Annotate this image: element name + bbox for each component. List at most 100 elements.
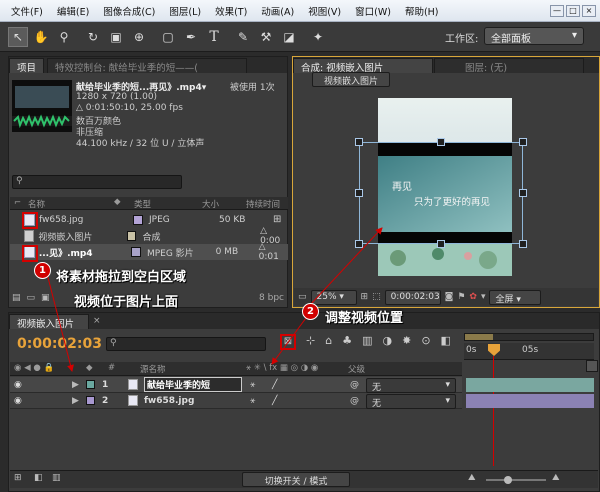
shy-switch-icon[interactable]: ⚹ (250, 380, 255, 390)
menu-help[interactable]: 帮助(H) (398, 4, 446, 18)
zoom-dropdown[interactable]: 25% ▾ (310, 289, 357, 305)
transform-handle-br[interactable] (519, 240, 527, 248)
menu-composition[interactable]: 图像合成(C) (96, 4, 162, 18)
timeline-zoom-slider[interactable] (486, 476, 546, 484)
expand-triangle-icon[interactable]: ▶ (72, 380, 79, 390)
project-item-composition[interactable]: 视频嵌入图片 合成 △ 0:00 (10, 226, 288, 246)
expand-triangle-icon[interactable]: ▶ (72, 396, 79, 406)
eye-icon[interactable]: ◉ (14, 396, 22, 406)
graph-editor-icon[interactable]: ⊙ (421, 334, 430, 350)
menu-effect[interactable]: 效果(T) (208, 4, 254, 18)
eye-icon[interactable]: ◉ (14, 380, 22, 390)
flowchart-icon[interactable]: ⊞ (273, 214, 281, 225)
interpret-footage-icon[interactable]: ▤ (12, 293, 21, 303)
layer-name[interactable]: 献给毕业季的短 (144, 377, 242, 392)
layer-name[interactable]: fw658.jpg (144, 396, 194, 406)
zoom-tool-icon[interactable]: ⚲ (54, 27, 74, 47)
timeline-scroll-button[interactable] (586, 360, 598, 372)
parent-dropdown[interactable]: 无 ▾ (366, 394, 456, 409)
minimize-button[interactable]: — (550, 4, 564, 17)
chevron-down-icon[interactable]: ▾ (481, 292, 486, 302)
col-type[interactable]: 类型 (134, 198, 151, 210)
parent-dropdown[interactable]: 无 ▾ (366, 378, 456, 393)
tab-timeline[interactable]: 视频嵌入图片 (9, 314, 89, 329)
rectangle-tool-icon[interactable]: ▢ (158, 27, 178, 47)
work-area-range[interactable] (465, 334, 493, 340)
workspace-dropdown[interactable]: 全部面板 ▾ (484, 27, 584, 45)
motion-blur-icon[interactable]: ◑ (382, 334, 392, 350)
new-folder-icon[interactable]: ▭ (27, 293, 36, 303)
transform-handle-bl[interactable] (355, 240, 363, 248)
zoom-slider-thumb[interactable] (504, 476, 512, 484)
project-search-input[interactable]: ⚲ (12, 175, 182, 189)
timeline-layer-row[interactable]: ◉ ▶ 1 献给毕业季的短 ⚹ ╱ @ 无 ▾ (10, 377, 462, 393)
shy-switch-icon[interactable]: ⚹ (250, 396, 255, 406)
parent-pick-whip-icon[interactable]: @ (350, 396, 359, 406)
toggle-switches-modes-button[interactable]: 切换开关 / 模式 (242, 472, 350, 487)
text-tool-icon[interactable]: T (204, 27, 224, 47)
grid-icon[interactable]: ⊞ (361, 292, 369, 302)
col-size[interactable]: 大小 (202, 198, 219, 210)
quality-switch-icon[interactable]: ╱ (272, 380, 277, 390)
track-bar-layer-1[interactable] (466, 378, 594, 392)
selection-tool-icon[interactable]: ↖ (8, 26, 28, 47)
snapshot-icon[interactable]: ◙ (445, 292, 454, 302)
show-snapshot-icon[interactable]: ⚑ (457, 292, 465, 302)
menu-animation[interactable]: 动画(A) (254, 4, 301, 18)
work-area-bar[interactable] (464, 333, 594, 341)
channel-icon[interactable]: ✿ (469, 292, 477, 302)
col-duration[interactable]: 持续时间 (246, 198, 280, 210)
transform-handle-tm[interactable] (437, 138, 445, 146)
brush-tool-icon[interactable]: ✎ (233, 27, 253, 47)
expand-switches-icon[interactable]: ◧ (34, 473, 43, 483)
col-parent[interactable]: 父级 (348, 363, 365, 375)
hand-tool-icon[interactable]: ✋ (31, 27, 51, 47)
transform-handle-mr[interactable] (519, 189, 527, 197)
eraser-tool-icon[interactable]: ◪ (279, 27, 299, 47)
comp-mini-flowchart-icon[interactable]: ⊠ (280, 334, 296, 350)
menu-layer[interactable]: 图层(L) (162, 4, 208, 18)
close-window-button[interactable]: × (582, 4, 596, 17)
bpc-label[interactable]: 8 bpc (259, 293, 288, 303)
project-item-video[interactable]: ...见》.mp4 MPEG 影片 0 MB △ 0:01 (10, 242, 288, 262)
transform-handle-tl[interactable] (355, 138, 363, 146)
clone-stamp-tool-icon[interactable]: ⚒ (256, 27, 276, 47)
mask-visibility-icon[interactable]: ⬚ (372, 292, 381, 302)
col-source-name[interactable]: 源名称 (140, 363, 166, 375)
close-tab-icon[interactable]: × (90, 316, 101, 326)
comp-name-button[interactable]: 视频嵌入图片 (312, 72, 390, 87)
new-composition-icon[interactable]: ▣ (41, 293, 50, 303)
rotate-tool-icon[interactable]: ↻ (83, 27, 103, 47)
tab-composition[interactable]: 合成: 视频嵌入图片 (293, 58, 433, 73)
quality-switch-icon[interactable]: ╱ (272, 396, 277, 406)
brainstorm-icon[interactable]: ✸ (402, 334, 411, 350)
transform-handle-bm[interactable] (437, 240, 445, 248)
timeline-current-time[interactable]: 0:00:02:03 (17, 336, 102, 352)
zoom-out-icon[interactable]: ⛰ (468, 473, 476, 483)
live-update-icon[interactable]: ⊹ (306, 334, 315, 350)
transform-handle-ml[interactable] (355, 189, 363, 197)
pan-behind-tool-icon[interactable]: ⊕ (129, 27, 149, 47)
transform-handle-tr[interactable] (519, 138, 527, 146)
tab-effect-controls[interactable]: 特效控制台: 献给毕业季的短——( (47, 58, 248, 73)
parent-pick-whip-icon[interactable]: @ (350, 380, 359, 390)
pen-tool-icon[interactable]: ✒ (181, 27, 201, 47)
tab-project[interactable]: 项目 (9, 58, 45, 73)
resolution-dropdown[interactable]: 全屏 ▾ (489, 289, 542, 305)
menu-window[interactable]: 窗口(W) (348, 4, 398, 18)
timeline-layer-row[interactable]: ◉ ▶ 2 fw658.jpg ⚹ ╱ @ 无 ▾ (10, 393, 462, 409)
expand-modes-icon[interactable]: ▥ (52, 473, 61, 483)
maximize-button[interactable]: □ (566, 4, 580, 17)
timeline-search-input[interactable]: ⚲ (106, 337, 266, 351)
draft-3d-icon[interactable]: ⌂ (325, 334, 332, 350)
layer-bounding-box[interactable] (359, 142, 523, 244)
project-item-fw658[interactable]: fw658.jpg JPEG 50 KB (10, 212, 288, 228)
menu-view[interactable]: 视图(V) (301, 4, 348, 18)
tab-layer[interactable]: 图层: (无) (434, 58, 584, 73)
camera-tool-icon[interactable]: ▣ (106, 27, 126, 47)
always-preview-icon[interactable]: ▭ (298, 292, 307, 302)
auto-keyframe-icon[interactable]: ◧ (441, 334, 451, 350)
track-bar-layer-2[interactable] (466, 394, 594, 408)
menu-edit[interactable]: 编辑(E) (50, 4, 96, 18)
frame-blending-icon[interactable]: ▥ (362, 334, 372, 350)
